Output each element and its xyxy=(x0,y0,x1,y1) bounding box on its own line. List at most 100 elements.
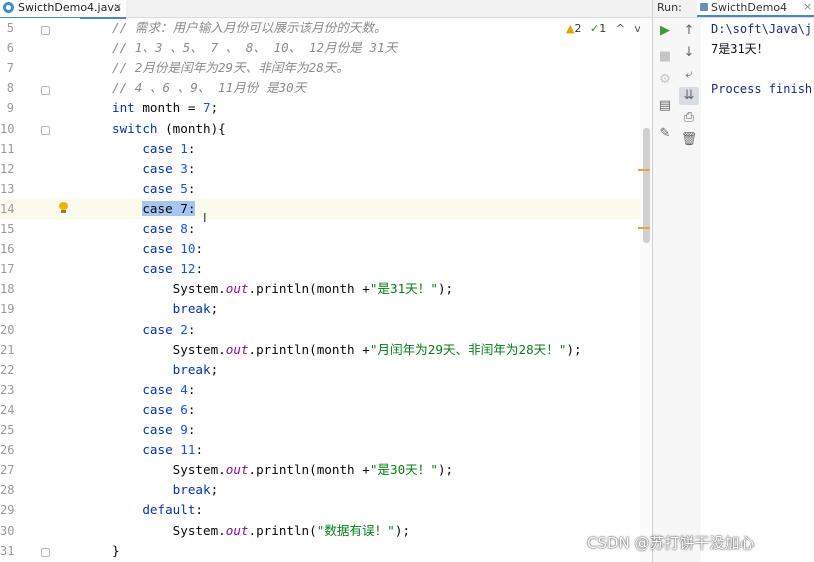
code-text[interactable]: } xyxy=(112,541,120,561)
line-number[interactable]: 30 xyxy=(0,521,14,541)
line-number[interactable]: 22 xyxy=(0,360,14,380)
line-number[interactable]: 23 xyxy=(0,380,14,400)
fold-marker-icon[interactable] xyxy=(41,86,50,95)
code-text[interactable]: case 4: xyxy=(112,380,195,400)
code-line[interactable]: 5 // 需求：用户输入月份可以展示该月份的天数。 xyxy=(0,18,652,38)
code-text[interactable]: int month = 7; xyxy=(112,98,218,118)
run-icon[interactable]: ▶ xyxy=(655,22,675,40)
code-text[interactable]: case 2: xyxy=(112,320,195,340)
code-line[interactable]: 19 break; xyxy=(0,299,652,319)
line-number[interactable]: 18 xyxy=(0,279,14,299)
run-tab-swicthdemo4[interactable]: SwicthDemo4 × xyxy=(697,0,814,17)
code-line[interactable]: 31} xyxy=(0,541,652,561)
line-number[interactable]: 15 xyxy=(0,219,14,239)
line-number[interactable]: 9 xyxy=(0,98,14,118)
code-line[interactable]: 17 case 12: xyxy=(0,259,652,279)
line-number[interactable]: 31 xyxy=(0,541,14,561)
code-line[interactable]: 29 default: xyxy=(0,500,652,520)
inspection-widget[interactable]: ▲2 ✓1 ^ v xyxy=(566,22,641,35)
layout-icon[interactable]: ▤ xyxy=(655,97,675,115)
line-number[interactable]: 24 xyxy=(0,400,14,420)
code-line[interactable]: 9 int month = 7; xyxy=(0,98,652,118)
code-text[interactable]: // 2月份是闰年为29天、非闰年为28天。 xyxy=(112,58,349,78)
code-line[interactable]: 30 System.out.println("数据有误！"); xyxy=(0,521,652,541)
line-number[interactable]: 17 xyxy=(0,259,14,279)
code-line[interactable]: 25 case 9: xyxy=(0,420,652,440)
code-line[interactable]: 13 case 5: xyxy=(0,179,652,199)
pin-icon[interactable]: ✎ xyxy=(655,125,675,143)
camera-icon[interactable]: ⚙ xyxy=(655,71,675,89)
line-number[interactable]: 27 xyxy=(0,460,14,480)
line-number[interactable]: 14 xyxy=(0,199,14,219)
code-line[interactable]: 14 case 7: xyxy=(0,198,652,219)
line-number[interactable]: 20 xyxy=(0,320,14,340)
code-line[interactable]: 12 case 3: xyxy=(0,159,652,179)
scrollbar-thumb[interactable] xyxy=(643,128,650,243)
print-icon[interactable]: ⎙ xyxy=(679,109,699,127)
line-number[interactable]: 10 xyxy=(0,119,14,139)
line-number[interactable]: 28 xyxy=(0,480,14,500)
line-number[interactable]: 6 xyxy=(0,38,14,58)
code-text[interactable]: case 7: xyxy=(112,199,196,219)
line-number[interactable]: 26 xyxy=(0,440,14,460)
code-text[interactable]: System.out.println("数据有误！"); xyxy=(112,521,410,541)
code-text[interactable]: break; xyxy=(112,299,219,319)
fold-marker-icon[interactable] xyxy=(41,26,50,35)
line-number[interactable]: 7 xyxy=(0,58,14,78)
code-text[interactable]: case 1: xyxy=(112,139,195,159)
code-text[interactable]: case 5: xyxy=(112,179,195,199)
code-line[interactable]: 8 // 4 、6 、9、 11月份 是30天 xyxy=(0,78,652,98)
code-line[interactable]: 23 case 4: xyxy=(0,380,652,400)
line-number[interactable]: 13 xyxy=(0,179,14,199)
line-number[interactable]: 29 xyxy=(0,500,14,520)
line-number[interactable]: 19 xyxy=(0,299,14,319)
fold-marker-icon[interactable] xyxy=(41,548,50,557)
fold-marker-icon[interactable] xyxy=(41,126,50,135)
code-text[interactable]: // 需求：用户输入月份可以展示该月份的天数。 xyxy=(112,18,387,38)
code-line[interactable]: 28 break; xyxy=(0,480,652,500)
code-editor[interactable]: SwicthDemo4.java × 5 // 需求：用户输入月份可以展示该月份的… xyxy=(0,0,652,562)
code-line[interactable]: 10 switch (month){ xyxy=(0,119,652,139)
chevron-up-icon[interactable]: ^ xyxy=(616,22,625,35)
code-line[interactable]: 21 System.out.println(month +"月闰年为29天、非闰… xyxy=(0,340,652,360)
code-text[interactable]: case 3: xyxy=(112,159,195,179)
code-line[interactable]: 22 break; xyxy=(0,360,652,380)
code-line[interactable]: 18 System.out.println(month +"是31天！"); xyxy=(0,279,652,299)
code-text[interactable]: System.out.println(month +"是30天！"); xyxy=(112,460,453,480)
line-number[interactable]: 21 xyxy=(0,340,14,360)
console-output[interactable]: D:\soft\Java\j 7是31天！ Process finish xyxy=(711,18,814,562)
trash-icon[interactable]: 🗑 xyxy=(679,131,699,149)
code-line[interactable]: 6 // 1、3 、5、 7 、 8、 10、 12月份是 31天 xyxy=(0,38,652,58)
code-line[interactable]: 27 System.out.println(month +"是30天！"); xyxy=(0,460,652,480)
code-text[interactable]: // 4 、6 、9、 11月份 是30天 xyxy=(112,78,306,98)
code-line[interactable]: 26 case 11: xyxy=(0,440,652,460)
line-number[interactable]: 25 xyxy=(0,420,14,440)
code-text[interactable]: default: xyxy=(112,500,203,520)
line-number[interactable]: 16 xyxy=(0,239,14,259)
code-text[interactable]: case 8: xyxy=(112,219,195,239)
code-line[interactable]: 11 case 1: xyxy=(0,139,652,159)
code-text[interactable]: case 11: xyxy=(112,440,203,460)
code-text[interactable]: System.out.println(month +"月闰年为29天、非闰年为2… xyxy=(112,340,582,360)
code-text[interactable]: switch (month){ xyxy=(112,119,226,139)
rerun-down-icon[interactable]: ↓ xyxy=(679,44,699,62)
vertical-scrollbar[interactable] xyxy=(640,18,652,562)
code-text[interactable]: // 1、3 、5、 7 、 8、 10、 12月份是 31天 xyxy=(112,38,397,58)
code-text[interactable]: case 9: xyxy=(112,420,195,440)
line-number[interactable]: 8 xyxy=(0,78,14,98)
line-number[interactable]: 12 xyxy=(0,159,14,179)
code-text[interactable]: case 6: xyxy=(112,400,195,420)
scroll-to-end-icon[interactable]: ⇊ xyxy=(679,87,699,105)
rerun-up-icon[interactable]: ↑ xyxy=(679,22,699,40)
stop-icon[interactable]: ■ xyxy=(655,48,675,66)
warning-stripe-mark[interactable] xyxy=(638,169,650,171)
tab-swicthdemo4-java[interactable]: SwicthDemo4.java × xyxy=(0,0,126,19)
close-icon[interactable]: × xyxy=(803,0,812,13)
code-line[interactable]: 7 // 2月份是闰年为29天、非闰年为28天。 xyxy=(0,58,652,78)
code-text[interactable]: case 12: xyxy=(112,259,203,279)
line-number[interactable]: 5 xyxy=(0,18,14,38)
code-line[interactable]: 20 case 2: xyxy=(0,320,652,340)
code-text[interactable]: break; xyxy=(112,360,219,380)
code-text[interactable]: System.out.println(month +"是31天！"); xyxy=(112,279,453,299)
close-icon[interactable]: × xyxy=(113,0,122,13)
